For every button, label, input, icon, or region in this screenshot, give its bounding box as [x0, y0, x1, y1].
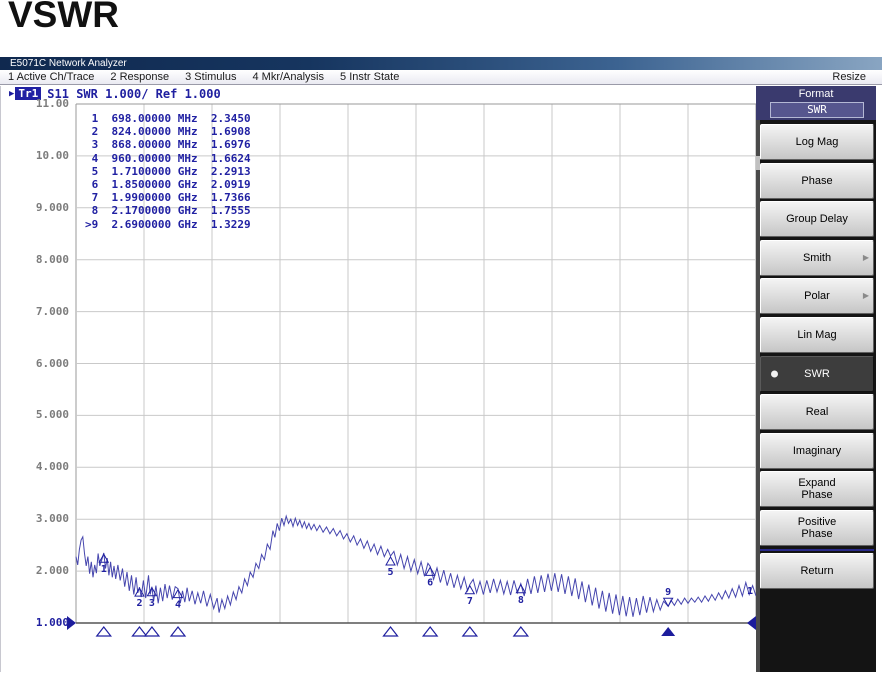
softkey-lin-mag[interactable]: Lin Mag [760, 317, 874, 353]
ref-level-arrow-right[interactable] [747, 616, 756, 630]
marker-9-stimulus-indicator[interactable] [661, 627, 675, 636]
marker-9-label: 9 [665, 587, 671, 598]
y-tick-label: 7.000 [1, 306, 69, 318]
window-title: E5071C Network Analyzer [10, 58, 127, 69]
menu-bar: 1 Active Ch/Trace 2 Response 3 Stimulus 4 M… [0, 70, 882, 85]
softkey-log-mag[interactable]: Log Mag [760, 124, 874, 160]
softkey-imaginary[interactable]: Imaginary [760, 433, 874, 469]
softkey-return[interactable]: Return [760, 553, 874, 589]
softkey-polar[interactable]: Polar▶ [760, 278, 874, 314]
menu-item-5[interactable]: 5 Instr State [340, 71, 399, 83]
softkey-swr[interactable]: SWR [760, 356, 874, 392]
marker-2-stimulus-indicator[interactable] [132, 627, 146, 636]
y-tick-label: 10.00 [1, 150, 69, 162]
marker-5-label: 5 [387, 567, 393, 578]
softkey-group-delay[interactable]: Group Delay [760, 201, 874, 237]
marker-7-stimulus-indicator[interactable] [463, 627, 477, 636]
menu-item-resize[interactable]: Resize [832, 70, 866, 85]
window-titlebar[interactable]: E5071C Network Analyzer [0, 57, 882, 70]
y-tick-label: 11.00 [1, 98, 69, 110]
marker-6-label: 6 [427, 577, 433, 588]
softkey-header: Format SWR [756, 86, 876, 120]
y-tick-label: 1.000 [1, 617, 69, 629]
trace-number-end-label: 1 [747, 586, 753, 597]
marker-6-stimulus-indicator[interactable] [423, 627, 437, 636]
marker-8-stimulus-indicator[interactable] [514, 627, 528, 636]
marker-4-stimulus-indicator[interactable] [171, 627, 185, 636]
y-tick-label: 4.000 [1, 461, 69, 473]
y-tick-label: 6.000 [1, 358, 69, 370]
page-title: VSWR [8, 0, 119, 36]
submenu-arrow-icon: ▶ [863, 252, 869, 264]
softkey-positive-phase[interactable]: PositivePhase [760, 510, 874, 546]
softkey-button-column: Log MagPhaseGroup DelaySmith▶Polar▶Lin M… [760, 124, 874, 591]
softkey-real[interactable]: Real [760, 394, 874, 430]
y-tick-label: 3.000 [1, 513, 69, 525]
marker-4-label: 4 [175, 600, 181, 611]
marker-1-label: 1 [101, 564, 107, 575]
marker-8-label: 8 [518, 595, 524, 606]
menu-item-3[interactable]: 3 Stimulus [185, 71, 236, 83]
marker-table: 1 698.00000 MHz 2.3450 2 824.00000 MHz 1… [85, 112, 251, 231]
page: VSWR E5071C Network Analyzer 1 Active Ch… [0, 0, 889, 685]
softkey-header-value: SWR [770, 102, 864, 118]
softkey-expand-phase[interactable]: ExpandPhase [760, 471, 874, 507]
y-tick-label: 8.000 [1, 254, 69, 266]
marker-5-stimulus-indicator[interactable] [384, 627, 398, 636]
softkey-phase[interactable]: Phase [760, 163, 874, 199]
y-tick-label: 5.000 [1, 409, 69, 421]
y-tick-label: 9.000 [1, 202, 69, 214]
marker-1-stimulus-indicator[interactable] [97, 627, 111, 636]
y-tick-label: 2.000 [1, 565, 69, 577]
marker-7-label: 7 [467, 596, 473, 607]
analyzer-window: E5071C Network Analyzer 1 Active Ch/Trac… [0, 57, 882, 672]
softkey-smith[interactable]: Smith▶ [760, 240, 874, 276]
softkey-header-title: Format [756, 86, 876, 100]
marker-3-label: 3 [149, 598, 155, 609]
marker-2-label: 2 [136, 598, 142, 609]
menu-item-2[interactable]: 2 Response [110, 71, 169, 83]
menu-item-1[interactable]: 1 Active Ch/Trace [8, 71, 94, 83]
softkey-divider [760, 549, 874, 551]
marker-3-stimulus-indicator[interactable] [145, 627, 159, 636]
selected-bullet-icon [771, 370, 778, 377]
softkey-sidebar: Format SWR Log MagPhaseGroup DelaySmith▶… [756, 86, 876, 672]
menu-item-4[interactable]: 4 Mkr/Analysis [252, 71, 324, 83]
marker-5-symbol[interactable] [386, 557, 395, 565]
instrument-screen: ▶ Tr1 S11 SWR 1.000/ Ref 1.000 123456789… [0, 86, 756, 672]
submenu-arrow-icon: ▶ [863, 290, 869, 302]
